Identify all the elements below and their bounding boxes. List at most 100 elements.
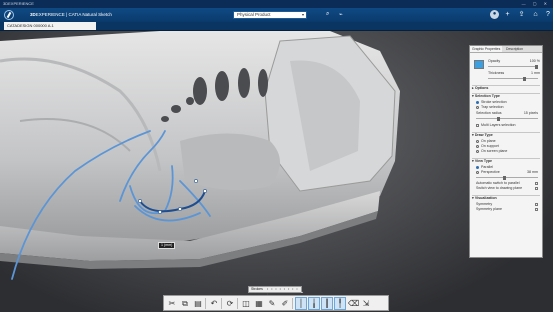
app-header: 3DEXPERIENCE | CATIA Natural Sketch Phys… xyxy=(0,8,553,22)
chevron-down-icon[interactable]: ▾ xyxy=(302,12,304,18)
perspective-option[interactable]: Perspective 38 mm xyxy=(476,170,540,175)
radio-icon[interactable] xyxy=(476,149,479,153)
window-controls[interactable]: — ▢ ✕ xyxy=(522,0,550,8)
search-icon[interactable]: ⌕ xyxy=(326,11,329,18)
opacity-value[interactable]: 100 % xyxy=(530,59,540,63)
option-label: Automatic switch to parallel xyxy=(476,181,520,185)
option-label: Symmetry xyxy=(476,202,493,206)
paste-icon[interactable]: ▤ xyxy=(193,298,203,309)
pencil-icon[interactable]: ✐ xyxy=(280,298,290,309)
search-value: Physical Product xyxy=(237,12,271,17)
thickness-slider[interactable] xyxy=(488,76,538,81)
selection-radius-row: Selection radius 15 pixels xyxy=(476,111,540,116)
radio-icon[interactable] xyxy=(476,144,479,148)
thickness-row: Thickness 1 mm xyxy=(488,71,540,76)
compass-icon[interactable] xyxy=(4,10,14,20)
mini-toolbar[interactable]: Strokes • • • • • • • • • xyxy=(248,286,302,296)
checkbox-icon[interactable] xyxy=(535,187,538,190)
checkbox-icon[interactable] xyxy=(535,208,538,211)
eraser-icon[interactable]: ⌫ xyxy=(348,298,359,309)
option-label: On screen plane xyxy=(481,149,508,153)
selection-radius-value[interactable]: 15 pixels xyxy=(524,111,538,116)
share-icon[interactable]: ⇪ xyxy=(517,10,526,19)
view-type-header[interactable]: ▾ View Type xyxy=(472,158,540,164)
toolbar-separator xyxy=(237,298,238,309)
opacity-slider[interactable] xyxy=(488,64,538,69)
symmetry-plane-option[interactable]: Symmetry plane xyxy=(476,207,540,212)
plus-icon[interactable]: + xyxy=(503,10,512,19)
action-toolbar: ✂ ⧉ ▤ ↶ ⟳ ◫ ▦ ✎ ✐ │ ╽ ┃ ╿ ⌫ ⇲ xyxy=(163,295,389,311)
document-tab[interactable]: CATADESIGN 000000 A.1 xyxy=(4,22,96,30)
slider-knob[interactable] xyxy=(523,76,527,81)
option-label: On support xyxy=(481,144,499,148)
panel-tabs: Graphic Properties Description xyxy=(470,46,542,53)
brand-text: EXPERIENCE | CATIA Natural Sketch xyxy=(35,12,112,17)
radio-icon[interactable] xyxy=(476,105,479,109)
stroke-bold-icon[interactable]: ┃ xyxy=(321,297,333,310)
point-tag: 1 (mm) xyxy=(158,242,176,249)
toolbar-separator xyxy=(221,298,222,309)
window-titlebar: 3DEXPERIENCE — ▢ ✕ xyxy=(0,0,553,8)
option-label: Switch view to drawing plane xyxy=(476,186,523,190)
tab-graphic-properties[interactable]: Graphic Properties xyxy=(470,46,503,52)
layers-icon[interactable]: ▦ xyxy=(254,298,264,309)
document-tabstrip: CATADESIGN 000000 A.1 xyxy=(0,22,553,31)
app-title: 3DEXPERIENCE | CATIA Natural Sketch xyxy=(30,12,112,17)
option-label: On plane xyxy=(481,139,496,143)
search-input[interactable]: Physical Product ▾ xyxy=(233,11,307,19)
visualization-header[interactable]: ▾ Visualization xyxy=(472,195,540,201)
options-label: Options xyxy=(474,86,489,90)
multi-layers-option[interactable]: Multi Layers selection xyxy=(476,123,540,128)
option-label: Multi Layers selection xyxy=(481,123,516,127)
radio-icon[interactable] xyxy=(476,100,479,104)
checkbox-icon[interactable] xyxy=(476,124,479,127)
option-label: Stroke selection xyxy=(481,100,507,104)
checkbox-icon[interactable] xyxy=(535,203,538,206)
view-icon[interactable]: ◫ xyxy=(241,298,251,309)
perspective-slider[interactable] xyxy=(476,175,538,180)
radio-icon[interactable] xyxy=(476,170,479,174)
home-icon[interactable]: ⌂ xyxy=(531,10,540,19)
radio-icon[interactable] xyxy=(476,139,479,143)
avatar[interactable]: ● xyxy=(490,10,499,19)
opacity-label: Opacity xyxy=(488,59,501,63)
trap-selection-option[interactable]: Trap selection xyxy=(476,105,540,110)
checkbox-icon[interactable] xyxy=(535,182,538,185)
slider-knob[interactable] xyxy=(496,116,500,121)
tab-description[interactable]: Description xyxy=(504,46,525,52)
mini-toolbar-label: Strokes xyxy=(251,287,263,291)
brush-icon[interactable]: ╿ xyxy=(334,297,346,310)
option-label: Perspective xyxy=(481,170,500,174)
slider-knob[interactable] xyxy=(502,175,506,180)
radio-icon[interactable] xyxy=(476,165,479,169)
copy-icon[interactable]: ⧉ xyxy=(180,298,190,309)
cut-icon[interactable]: ✂ xyxy=(167,298,177,309)
selection-radius-label: Selection radius xyxy=(476,111,502,115)
undo-icon[interactable]: ↶ xyxy=(209,298,219,309)
view-type-title: View Type xyxy=(474,159,493,163)
perspective-value[interactable]: 38 mm xyxy=(527,170,538,175)
update-icon[interactable]: ⟳ xyxy=(225,298,235,309)
draw-type-header[interactable]: ▾ Draw Type xyxy=(472,132,540,138)
pen-icon[interactable]: ✎ xyxy=(267,298,277,309)
slider-knob[interactable] xyxy=(535,64,538,69)
stroke-pen-icon[interactable]: ╽ xyxy=(308,297,320,310)
on-screen-plane-option[interactable]: On screen plane xyxy=(476,149,540,154)
help-icon[interactable]: ? xyxy=(544,10,552,19)
thickness-value[interactable]: 1 mm xyxy=(531,71,540,75)
switch-view-option[interactable]: Switch view to drawing plane xyxy=(476,186,540,191)
color-swatch[interactable] xyxy=(474,60,484,69)
options-header[interactable]: ▸ Options xyxy=(472,85,540,91)
selection-radius-slider[interactable] xyxy=(476,116,538,121)
thickness-label: Thickness xyxy=(488,71,505,75)
select-icon[interactable]: ⇲ xyxy=(361,298,371,309)
option-label: Trap selection xyxy=(481,105,504,109)
tag-icon[interactable]: ⌁ xyxy=(339,11,343,18)
draw-type-title: Draw Type xyxy=(474,133,493,137)
stroke-thin-icon[interactable]: │ xyxy=(295,297,307,310)
selection-type-header[interactable]: ▾ Selection Type xyxy=(472,93,540,99)
opacity-row: Opacity 100 % xyxy=(488,59,540,64)
option-label: Symmetry plane xyxy=(476,207,502,211)
option-label: Parallel xyxy=(481,165,493,169)
window-title: 3DEXPERIENCE xyxy=(3,1,34,6)
